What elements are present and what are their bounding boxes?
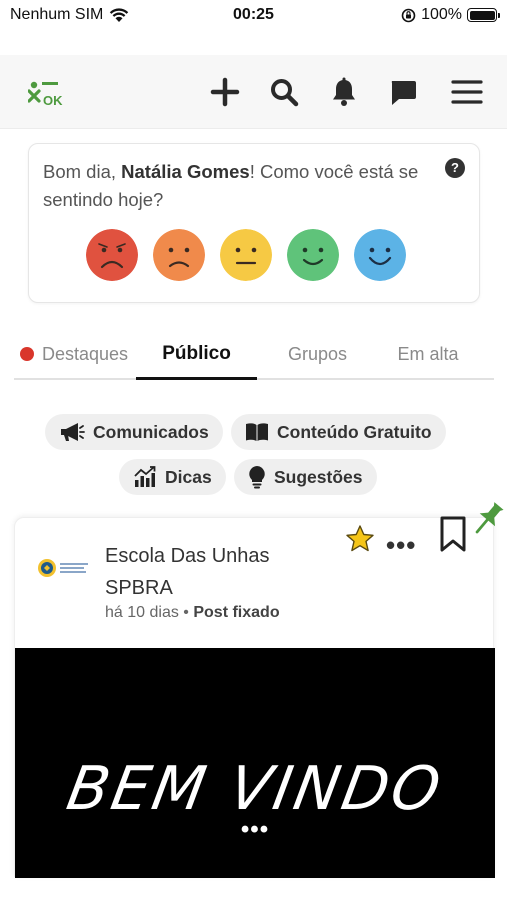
post-meta: há 10 dias • Post fixado [105, 604, 280, 622]
user-name: Natália Gomes [121, 161, 250, 182]
status-left: Nenhum SIM [10, 6, 129, 24]
meta-separator: • [183, 604, 189, 621]
chart-growth-icon [134, 466, 156, 487]
wifi-icon [110, 7, 129, 22]
mood-card: Bom dia, Natália Gomes! Como você está s… [28, 143, 480, 303]
chip-dicas[interactable]: Dicas [119, 459, 226, 495]
post-more-button[interactable]: ••• [386, 530, 416, 560]
battery-icon [467, 8, 500, 22]
tab-label: Público [162, 343, 231, 364]
chip-sugestoes[interactable]: Sugestões [234, 459, 377, 495]
chip-label: Dicas [165, 466, 212, 487]
add-post-button[interactable] [208, 75, 242, 109]
tab-em-alta[interactable]: Em alta [378, 330, 478, 378]
bookmark-icon[interactable] [439, 516, 467, 552]
media-more-button[interactable]: ••• [15, 816, 495, 844]
plus-icon [210, 77, 240, 107]
mood-sad-icon[interactable] [153, 229, 205, 281]
mood-very-happy-icon[interactable] [354, 229, 406, 281]
menu-icon [451, 80, 483, 104]
author-name[interactable]: Escola Das Unhas SPBRA [105, 540, 305, 604]
favorite-star-icon[interactable] [345, 524, 375, 554]
active-tab-indicator [136, 377, 257, 380]
tab-grupos[interactable]: Grupos [257, 330, 378, 378]
tab-label: Destaques [41, 343, 129, 364]
app-logo[interactable]: OK [28, 80, 64, 108]
tab-label: Grupos [287, 343, 348, 364]
search-icon [271, 79, 299, 107]
chip-comunicados[interactable]: Comunicados [45, 414, 223, 450]
live-dot-icon [19, 347, 34, 361]
pin-icon [475, 502, 504, 534]
tab-destaques[interactable]: Destaques [14, 330, 134, 378]
book-icon [246, 423, 268, 441]
tab-label: Em alta [397, 343, 459, 364]
app-header: OK [0, 55, 507, 129]
post-time: há 10 dias [105, 604, 179, 621]
megaphone-icon [61, 423, 85, 441]
post-card: Escola Das Unhas SPBRA há 10 dias • Post… [14, 516, 495, 878]
carrier-label: Nenhum SIM [10, 6, 104, 23]
chat-icon [391, 81, 416, 105]
mood-happy-icon[interactable] [287, 229, 339, 281]
author-avatar[interactable] [37, 552, 93, 584]
mood-neutral-icon[interactable] [220, 229, 272, 281]
svg-text:OK: OK [43, 93, 63, 108]
messages-button[interactable] [386, 75, 420, 109]
post-media[interactable]: BEM VINDO ••• [15, 648, 495, 878]
status-right: 100% [401, 6, 500, 24]
media-title: BEM VINDO [61, 754, 449, 824]
menu-button[interactable] [450, 75, 484, 109]
tab-publico[interactable]: Público [136, 330, 257, 378]
chip-label: Conteúdo Gratuito [277, 421, 432, 442]
lightbulb-icon [249, 466, 265, 489]
help-icon[interactable]: ? [445, 158, 465, 178]
orientation-lock-icon [401, 8, 416, 22]
search-button[interactable] [267, 75, 301, 109]
chip-conteudo-gratuito[interactable]: Conteúdo Gratuito [231, 414, 446, 450]
battery-percent: 100% [421, 6, 462, 23]
pinned-label: Post fixado [193, 604, 280, 621]
feed-tabs: Destaques Público Grupos Em alta [14, 330, 494, 380]
mood-very-sad-icon[interactable] [86, 229, 138, 281]
bell-icon [333, 77, 355, 106]
notifications-button[interactable] [327, 75, 361, 109]
chip-label: Comunicados [93, 421, 209, 442]
status-bar: Nenhum SIM 00:25 100% [0, 0, 507, 32]
mood-question: Bom dia, Natália Gomes! Como você está s… [43, 158, 433, 214]
mood-options [86, 229, 406, 281]
chip-label: Sugestões [274, 466, 363, 487]
greeting-text: Bom dia, [43, 161, 122, 182]
